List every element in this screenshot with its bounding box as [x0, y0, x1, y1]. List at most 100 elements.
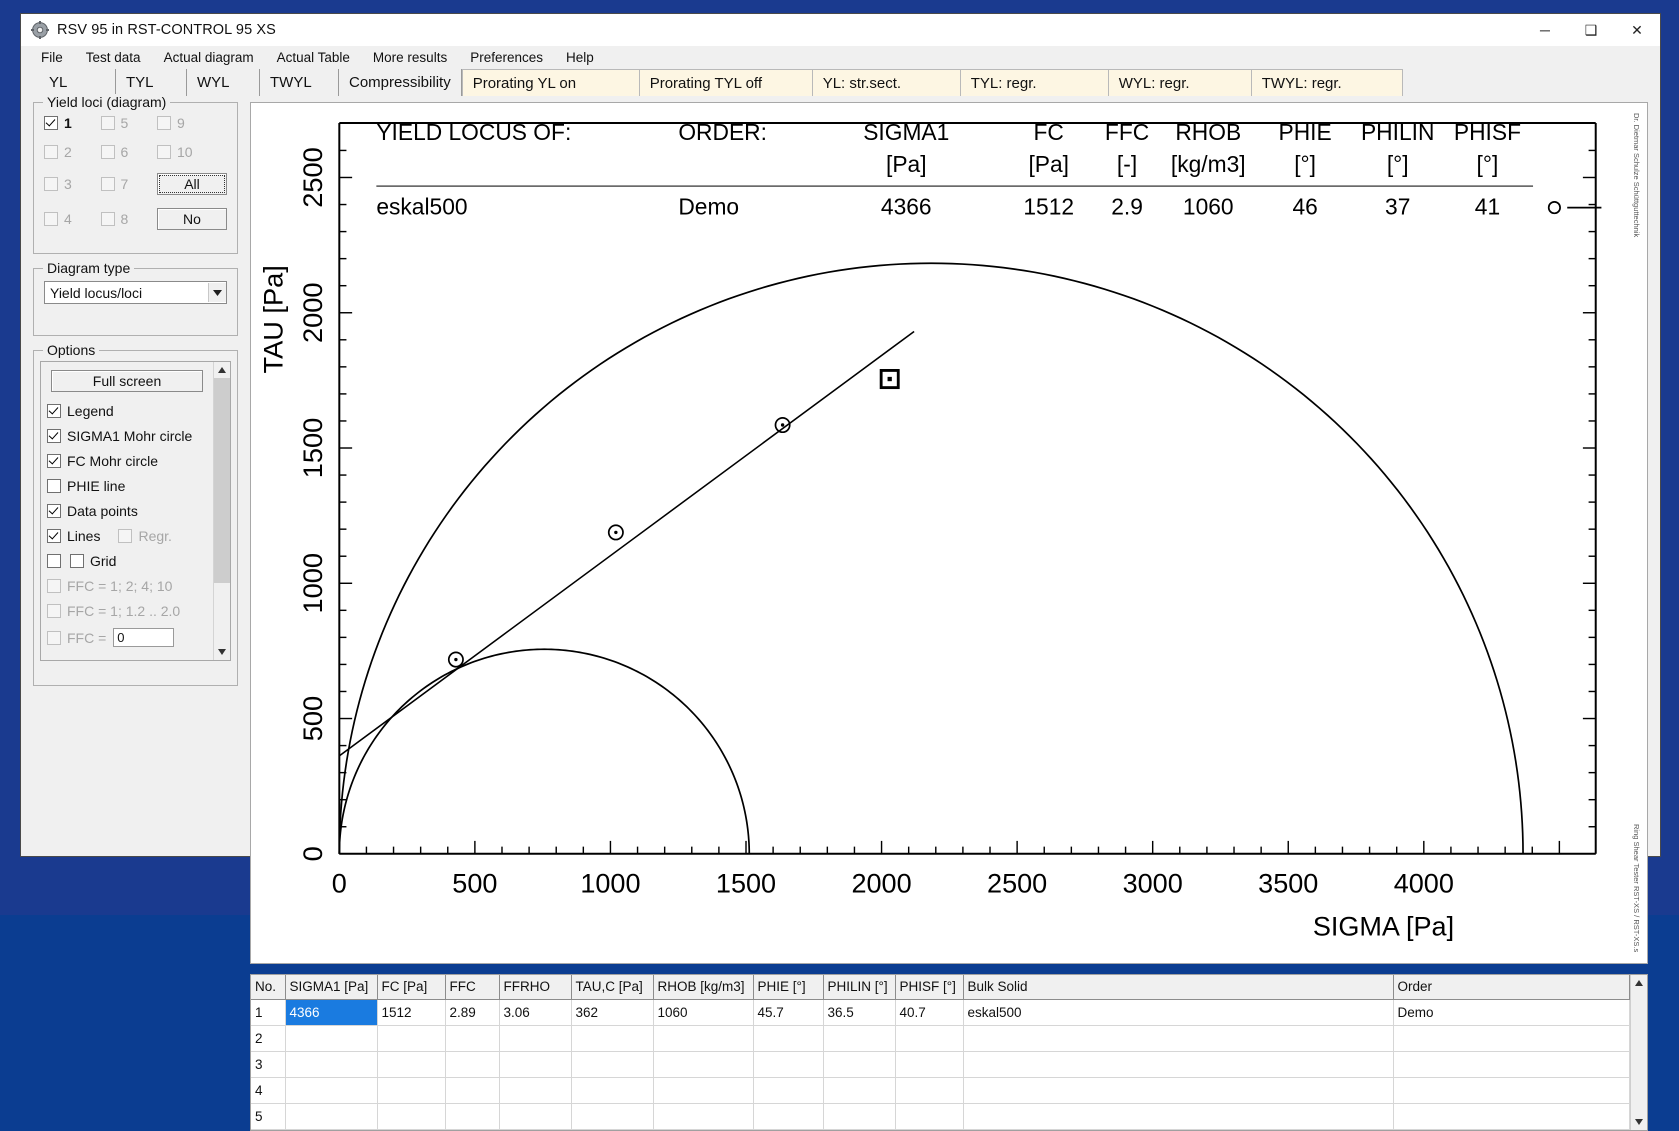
data-point-marker[interactable]: [449, 652, 463, 666]
table-cell[interactable]: [377, 1077, 445, 1103]
data-point-marker[interactable]: [609, 525, 623, 539]
table-cell[interactable]: [499, 1051, 571, 1077]
option-ffc-set-a[interactable]: FFC = 1; 2; 4; 10: [47, 578, 207, 594]
menu-item-help[interactable]: Help: [564, 49, 596, 66]
table-cell[interactable]: [377, 1051, 445, 1077]
table-cell[interactable]: [285, 1077, 377, 1103]
col-rhob[interactable]: RHOB [kg/m3]: [653, 975, 753, 1000]
scroll-up-icon[interactable]: [214, 362, 230, 378]
option-ffc-custom[interactable]: FFC =: [47, 630, 106, 646]
table-cell[interactable]: [445, 1025, 499, 1051]
table-cell[interactable]: [653, 1025, 753, 1051]
status-tab-yl-strsect[interactable]: YL: str.sect.: [812, 69, 961, 96]
table-cell[interactable]: [1393, 1025, 1630, 1051]
table-cell[interactable]: 45.7: [753, 999, 823, 1025]
menu-item-file[interactable]: File: [39, 49, 65, 66]
yield-locus-checkbox-4[interactable]: 4: [44, 211, 97, 227]
maximize-button[interactable]: ❑: [1568, 14, 1614, 46]
tab-compressibility[interactable]: Compressibility: [339, 69, 462, 96]
table-cell[interactable]: 5: [251, 1103, 285, 1129]
table-cell[interactable]: [285, 1051, 377, 1077]
table-row[interactable]: 1436615122.893.06362106045.736.540.7eska…: [251, 999, 1630, 1025]
table-cell[interactable]: [445, 1103, 499, 1129]
table-cell[interactable]: [499, 1077, 571, 1103]
yield-locus-checkbox-1[interactable]: 1: [44, 115, 97, 131]
table-cell[interactable]: [377, 1103, 445, 1129]
table-cell[interactable]: [753, 1025, 823, 1051]
status-tab-wyl-regr[interactable]: WYL: regr.: [1108, 69, 1252, 96]
table-cell[interactable]: [963, 1051, 1393, 1077]
table-cell[interactable]: 362: [571, 999, 653, 1025]
table-row[interactable]: 3: [251, 1051, 1630, 1077]
close-button[interactable]: ✕: [1614, 14, 1660, 46]
select-none-button[interactable]: No: [157, 208, 227, 230]
table-cell[interactable]: 40.7: [895, 999, 963, 1025]
table-cell[interactable]: [571, 1051, 653, 1077]
col-philin[interactable]: PHILIN [°]: [823, 975, 895, 1000]
menu-item-more-results[interactable]: More results: [371, 49, 449, 66]
table-cell[interactable]: [1393, 1103, 1630, 1129]
table-cell[interactable]: [895, 1025, 963, 1051]
menu-item-actual-diagram[interactable]: Actual diagram: [162, 49, 256, 66]
scrollbar-track[interactable]: [214, 378, 230, 644]
col-ffrho[interactable]: FFRHO: [499, 975, 571, 1000]
option-phie-line[interactable]: PHIE line: [47, 478, 207, 494]
col-order[interactable]: Order: [1393, 975, 1630, 1000]
tab-yl[interactable]: YL: [39, 69, 116, 96]
table-scrollbar[interactable]: [1630, 975, 1647, 1130]
col-tauc[interactable]: TAU,C [Pa]: [571, 975, 653, 1000]
table-cell[interactable]: [753, 1051, 823, 1077]
table-cell[interactable]: Demo: [1393, 999, 1630, 1025]
table-cell[interactable]: [653, 1077, 753, 1103]
status-tab-prorating-tyl[interactable]: Prorating TYL off: [639, 69, 813, 96]
table-cell[interactable]: [445, 1051, 499, 1077]
table-scroll-down-icon[interactable]: [1631, 1114, 1647, 1130]
table-cell[interactable]: [571, 1077, 653, 1103]
table-cell[interactable]: [499, 1103, 571, 1129]
table-cell[interactable]: [963, 1025, 1393, 1051]
preshear-point-marker[interactable]: [881, 370, 898, 387]
col-phie[interactable]: PHIE [°]: [753, 975, 823, 1000]
table-cell[interactable]: 4366: [285, 999, 377, 1025]
status-tab-twyl-regr[interactable]: TWYL: regr.: [1251, 69, 1403, 96]
table-cell[interactable]: [963, 1077, 1393, 1103]
option-grid[interactable]: Grid: [70, 553, 116, 569]
table-cell[interactable]: eskal500: [963, 999, 1393, 1025]
table-cell[interactable]: 36.5: [823, 999, 895, 1025]
table-cell[interactable]: 3: [251, 1051, 285, 1077]
col-bulk-solid[interactable]: Bulk Solid: [963, 975, 1393, 1000]
status-tab-prorating-yl[interactable]: Prorating YL on: [462, 69, 640, 96]
ffc-value-input[interactable]: 0: [113, 628, 174, 647]
yield-locus-checkbox-6[interactable]: 6: [101, 144, 154, 160]
table-cell[interactable]: [445, 1077, 499, 1103]
yield-locus-checkbox-9[interactable]: 9: [157, 115, 227, 131]
grid-primary-checkbox[interactable]: [47, 554, 61, 568]
option-regr[interactable]: Regr.: [118, 528, 171, 544]
table-cell[interactable]: [571, 1025, 653, 1051]
table-cell[interactable]: [653, 1103, 753, 1129]
diagram-type-select[interactable]: Yield locus/loci: [44, 281, 227, 304]
table-cell[interactable]: [285, 1103, 377, 1129]
col-fc[interactable]: FC [Pa]: [377, 975, 445, 1000]
table-cell[interactable]: [753, 1077, 823, 1103]
status-tab-tyl-regr[interactable]: TYL: regr.: [960, 69, 1109, 96]
table-row[interactable]: 2: [251, 1025, 1630, 1051]
option-sigma1-mohr-circle[interactable]: SIGMA1 Mohr circle: [47, 428, 207, 444]
yield-locus-checkbox-3[interactable]: 3: [44, 176, 97, 192]
table-cell[interactable]: 2: [251, 1025, 285, 1051]
table-cell[interactable]: [823, 1103, 895, 1129]
table-cell[interactable]: [895, 1077, 963, 1103]
col-no[interactable]: No.: [251, 975, 285, 1000]
option-ffc-set-b[interactable]: FFC = 1; 1.2 .. 2.0: [47, 603, 207, 619]
table-cell[interactable]: [653, 1051, 753, 1077]
table-cell[interactable]: [377, 1025, 445, 1051]
col-sigma1[interactable]: SIGMA1 [Pa]: [285, 975, 377, 1000]
chevron-down-icon[interactable]: [208, 283, 226, 302]
table-cell[interactable]: [499, 1025, 571, 1051]
yield-locus-checkbox-10[interactable]: 10: [157, 144, 227, 160]
full-screen-button[interactable]: Full screen: [51, 370, 203, 392]
table-cell[interactable]: [285, 1025, 377, 1051]
option-fc-mohr-circle[interactable]: FC Mohr circle: [47, 453, 207, 469]
col-phisf[interactable]: PHISF [°]: [895, 975, 963, 1000]
tab-tyl[interactable]: TYL: [116, 69, 187, 96]
